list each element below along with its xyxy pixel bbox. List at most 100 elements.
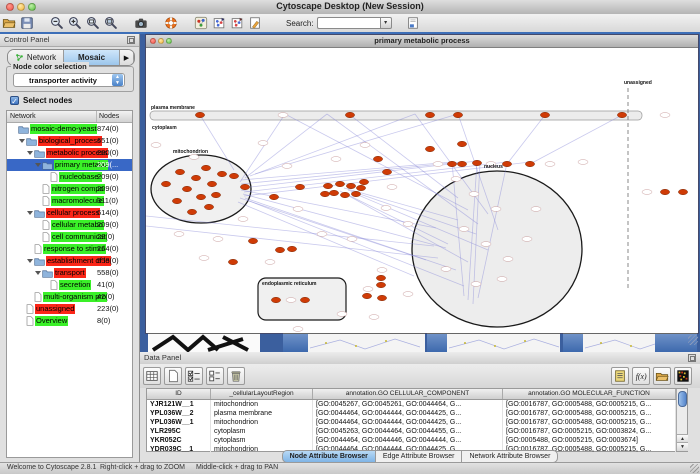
network-node-label-oval[interactable] [174, 232, 184, 237]
network-node[interactable] [617, 112, 626, 117]
network-node[interactable] [359, 179, 368, 184]
expand-arrow-icon[interactable] [35, 163, 41, 167]
background-window-fragment[interactable] [283, 333, 308, 352]
network-node-label-oval[interactable] [199, 256, 209, 261]
column-header-1[interactable]: _cellularLayoutRegion [211, 389, 313, 399]
network-node[interactable] [345, 112, 354, 117]
network-node[interactable] [287, 246, 296, 251]
tree-item-nitrogen-compo[interactable]: nitrogen compo209(0) [7, 183, 132, 195]
network-node[interactable] [660, 189, 669, 194]
network-node-label-oval[interactable] [642, 190, 652, 195]
expand-arrow-icon[interactable] [27, 211, 33, 215]
network-edge[interactable] [250, 114, 415, 176]
background-window-fragment[interactable] [308, 333, 425, 352]
expand-arrow-icon[interactable] [35, 271, 41, 275]
snapshot-icon[interactable] [132, 15, 150, 31]
select-attributes-icon[interactable] [185, 367, 203, 385]
table-cell[interactable]: [GO:0045263, GO:0044464, GO:0044455, G..… [313, 427, 503, 436]
network-node-label-oval[interactable] [471, 282, 481, 287]
network-node[interactable] [269, 194, 278, 199]
column-header-0[interactable]: ID [147, 389, 211, 399]
network-node[interactable] [540, 112, 549, 117]
network-node-label-oval[interactable] [337, 312, 347, 317]
zoom-in-icon[interactable] [66, 15, 84, 31]
network-node[interactable] [191, 175, 200, 180]
network-node[interactable] [175, 169, 184, 174]
network-node-label-oval[interactable] [451, 177, 461, 182]
window-resize-grip-icon[interactable] [688, 335, 698, 345]
network-node-label-oval[interactable] [258, 141, 268, 146]
network-view-titlebar[interactable]: primary metabolic process [146, 35, 698, 48]
table-scrollbar[interactable]: ▲ ▼ [676, 389, 687, 451]
network-node[interactable] [457, 161, 466, 166]
network-node-label-oval[interactable] [347, 237, 357, 242]
delete-attribute-icon[interactable] [227, 367, 245, 385]
network-node[interactable] [373, 156, 382, 161]
network-node[interactable] [196, 194, 205, 199]
tree-item-mosaic-demo-yeast[interactable]: mosaic-demo-yeast874(0) [7, 123, 132, 135]
network-node-label-oval[interactable] [441, 267, 451, 272]
table-row[interactable]: YJR121W__1mitochondrion[GO:0045267, GO:0… [147, 400, 676, 409]
network-node-label-oval[interactable] [377, 268, 387, 273]
matrix-icon[interactable] [674, 367, 692, 385]
cell-id[interactable]: YJR121W__1 [147, 400, 211, 409]
tree-item-establishment-of-lo[interactable]: establishment of lo558(0) [7, 255, 132, 267]
network-node[interactable] [271, 297, 280, 302]
table-cell[interactable]: [GO:0016787, GO:0005488, GO:0005215, G..… [503, 400, 676, 409]
tree-item-metabolic-process[interactable]: metabolic process280(0) [7, 147, 132, 159]
table-row[interactable]: YPL036W__2plasma membrane[GO:0044464, GO… [147, 409, 676, 418]
help-icon[interactable] [162, 15, 180, 31]
background-window-fragment[interactable] [447, 333, 560, 352]
network-node-label-oval[interactable] [545, 162, 555, 167]
network-node[interactable] [195, 112, 204, 117]
table-cell[interactable]: mitochondrion [211, 418, 313, 427]
table-cell[interactable]: cytoplasm [211, 436, 313, 445]
open-attributes-icon[interactable] [653, 367, 671, 385]
float-panel-icon[interactable] [127, 36, 135, 44]
network-node[interactable] [335, 181, 344, 186]
cell-id[interactable]: YPL036W__2 [147, 409, 211, 418]
background-window-fragment[interactable] [583, 333, 655, 352]
scrollbar-thumb[interactable] [678, 391, 687, 407]
table-cell[interactable]: [GO:0016787, GO:0005488, GO:0005215, G..… [503, 409, 676, 418]
network-node-label-oval[interactable] [578, 160, 588, 165]
network-node-label-oval[interactable] [522, 237, 532, 242]
network-node-label-oval[interactable] [403, 222, 413, 227]
network-node[interactable] [525, 161, 534, 166]
tree-item-response-to-stimul[interactable]: response to stimul264(0) [7, 243, 132, 255]
node-color-dropdown[interactable]: transporter activity ▲▼ [13, 73, 125, 87]
search-dropdown-arrow-icon[interactable]: ▾ [380, 17, 392, 29]
network-node-label-oval[interactable] [660, 113, 670, 118]
tree-item-unassigned[interactable]: unassigned223(0) [7, 303, 132, 315]
tab-overflow-arrow-icon[interactable]: ▶ [120, 50, 134, 65]
network-node[interactable] [300, 297, 309, 302]
table-cell[interactable]: [GO:0044464, GO:0044444, GO:0044425, G..… [313, 418, 503, 427]
table-cell[interactable]: plasma membrane [211, 409, 313, 418]
network-canvas[interactable]: plasma membranecytoplasmmitochondrionnuc… [146, 48, 698, 332]
window-titlebar[interactable]: Cytoscape Desktop (New Session) [0, 0, 700, 15]
network-node[interactable] [204, 204, 213, 209]
vizmapper-icon[interactable] [192, 15, 210, 31]
network-node-label-oval[interactable] [282, 164, 292, 169]
network-node[interactable] [356, 185, 365, 190]
network-node[interactable] [217, 171, 226, 176]
tree-item-overview[interactable]: Overview8(0) [7, 315, 132, 327]
network-edge[interactable] [241, 162, 452, 180]
table-cell[interactable]: [GO:0044464, GO:0044446, GO:0044444, G..… [313, 436, 503, 445]
function-builder-icon[interactable]: f(x) [632, 367, 650, 385]
network-node[interactable] [201, 165, 210, 170]
network-node-label-oval[interactable] [531, 207, 541, 212]
zoom-out-icon[interactable] [48, 15, 66, 31]
tree-item-nucleobase-[interactable]: nucleobase-209(0) [7, 171, 132, 183]
network-node[interactable] [240, 184, 249, 189]
tree-item-transport[interactable]: transport558(0) [7, 267, 132, 279]
open-session-icon[interactable] [0, 15, 18, 31]
network-node-label-oval[interactable] [360, 143, 370, 148]
network-node[interactable] [275, 247, 284, 252]
search-input[interactable] [317, 17, 380, 29]
network-node[interactable] [425, 112, 434, 117]
network-node[interactable] [502, 161, 511, 166]
network-node[interactable] [457, 141, 466, 146]
network-node-label-oval[interactable] [433, 162, 443, 167]
network-node-label-oval[interactable] [403, 292, 413, 297]
